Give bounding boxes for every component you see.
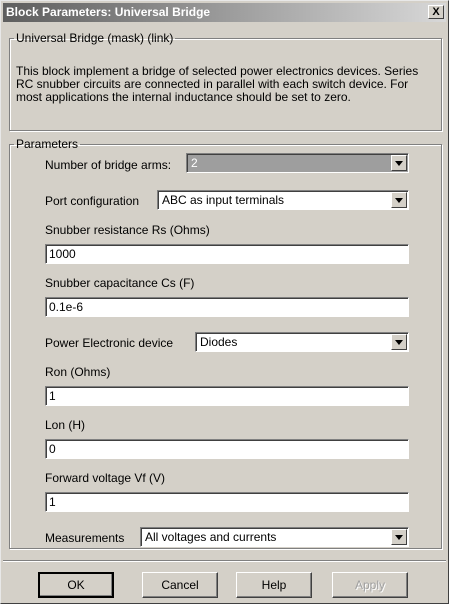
cs-input[interactable]: 0.1e-6 (45, 297, 409, 317)
title-bar[interactable]: Block Parameters: Universal Bridge X (3, 3, 446, 22)
ok-button[interactable]: OK (38, 572, 114, 598)
parameters-group-legend: Parameters (16, 137, 79, 151)
window-title: Block Parameters: Universal Bridge (6, 5, 211, 19)
port-config-value: ABC as input terminals (162, 193, 285, 207)
mask-description: This block implement a bridge of selecte… (16, 64, 419, 104)
ron-input[interactable]: 1 (45, 386, 409, 406)
bridge-arms-label: Number of bridge arms: (45, 158, 172, 172)
vf-label: Forward voltage Vf (V) (45, 471, 166, 485)
cs-label: Snubber capacitance Cs (F) (45, 276, 195, 290)
device-select[interactable]: Diodes (195, 332, 409, 352)
help-button[interactable]: Help (236, 572, 312, 598)
port-config-label: Port configuration (45, 194, 140, 208)
chevron-down-icon[interactable] (391, 334, 407, 350)
dialog-window: Block Parameters: Universal Bridge X Uni… (0, 0, 449, 604)
vf-input[interactable]: 1 (45, 492, 409, 512)
mask-group-legend: Universal Bridge (mask) (link) (16, 31, 174, 45)
close-icon[interactable]: X (428, 5, 444, 19)
chevron-down-icon (391, 155, 407, 171)
bridge-arms-select: 2 (186, 153, 409, 173)
chevron-down-icon[interactable] (391, 192, 407, 208)
rs-input[interactable]: 1000 (45, 244, 409, 264)
device-value: Diodes (200, 335, 238, 349)
measurements-value: All voltages and currents (145, 530, 277, 544)
port-config-select[interactable]: ABC as input terminals (157, 190, 409, 210)
apply-button: Apply (332, 572, 408, 598)
lon-input[interactable]: 0 (45, 439, 409, 459)
button-separator (3, 560, 446, 562)
mask-group: Universal Bridge (mask) (link) This bloc… (9, 31, 442, 131)
cancel-button[interactable]: Cancel (142, 572, 218, 598)
measurements-select[interactable]: All voltages and currents (140, 527, 409, 547)
rs-label: Snubber resistance Rs (Ohms) (45, 223, 210, 237)
lon-label: Lon (H) (45, 418, 86, 432)
ron-label: Ron (Ohms) (45, 365, 111, 379)
measurements-label: Measurements (45, 531, 125, 545)
device-label: Power Electronic device (45, 336, 174, 350)
chevron-down-icon[interactable] (391, 529, 407, 545)
bridge-arms-value: 2 (191, 156, 198, 170)
